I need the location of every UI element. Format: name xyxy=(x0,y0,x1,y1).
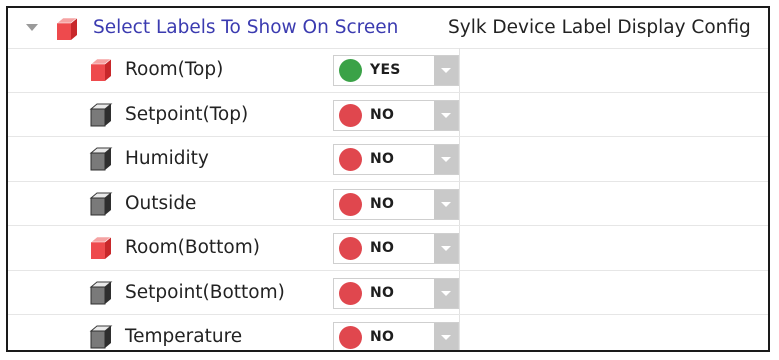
property-label: Setpoint(Top) xyxy=(125,103,249,125)
status-dot-red xyxy=(339,237,362,260)
property-row-setpoint-top: Setpoint(Top) NO xyxy=(8,93,768,137)
select-value: NO xyxy=(370,106,395,123)
chevron-down-icon xyxy=(441,68,451,73)
status-dot-red xyxy=(339,281,362,305)
status-dot-green xyxy=(339,59,362,82)
property-row-humidity: Humidity NO xyxy=(8,137,768,182)
cube-gray-icon xyxy=(88,280,114,306)
dropdown-button[interactable] xyxy=(434,323,458,350)
dropdown-button[interactable] xyxy=(434,278,458,308)
select-value: NO xyxy=(370,240,395,256)
select-value: YES xyxy=(370,62,401,78)
yes-no-select[interactable]: NO xyxy=(333,188,459,220)
expand-arrow-icon[interactable] xyxy=(26,24,38,31)
chevron-down-icon xyxy=(441,201,451,207)
header-label: Select Labels To Show On Screen xyxy=(93,17,399,38)
property-label: Outside xyxy=(125,192,197,214)
select-value: NO xyxy=(370,195,395,212)
status-dot-red xyxy=(339,326,362,349)
property-label: Room(Top) xyxy=(125,59,224,80)
property-sheet: Select Labels To Show On Screen Sylk Dev… xyxy=(6,6,770,352)
property-label: Setpoint(Bottom) xyxy=(125,281,285,303)
cube-gray-icon xyxy=(88,102,114,128)
yes-no-select[interactable]: NO xyxy=(333,277,459,309)
property-label: Temperature xyxy=(125,326,243,347)
cube-red-icon xyxy=(54,16,80,42)
dropdown-button[interactable] xyxy=(434,234,458,263)
cube-red-icon xyxy=(88,235,114,261)
status-dot-red xyxy=(339,192,362,216)
select-value: NO xyxy=(370,329,395,345)
chevron-down-icon xyxy=(441,290,451,296)
dropdown-button[interactable] xyxy=(434,56,458,85)
property-list: Room(Top) YES Setpoint(Top) NO Humidity … xyxy=(8,48,768,350)
cube-gray-icon xyxy=(88,146,114,172)
yes-no-select[interactable]: YES xyxy=(333,55,459,86)
yes-no-select[interactable]: NO xyxy=(333,144,459,175)
cube-red-icon xyxy=(88,57,114,83)
chevron-down-icon xyxy=(441,157,451,162)
status-dot-red xyxy=(339,103,362,127)
yes-no-select[interactable]: NO xyxy=(333,322,459,350)
dropdown-button[interactable] xyxy=(434,145,458,174)
cube-gray-icon xyxy=(88,191,114,217)
property-row-outside: Outside NO xyxy=(8,182,768,226)
property-label: Room(Bottom) xyxy=(125,237,260,258)
cube-gray-icon xyxy=(88,324,114,350)
property-row-temperature: Temperature NO xyxy=(8,315,768,350)
yes-no-select[interactable]: NO xyxy=(333,233,459,264)
property-row-room-top: Room(Top) YES xyxy=(8,48,768,93)
header-type: Sylk Device Label Display Config xyxy=(448,17,751,38)
yes-no-select[interactable]: NO xyxy=(333,99,459,131)
chevron-down-icon xyxy=(441,335,451,340)
chevron-down-icon xyxy=(441,112,451,118)
header-row[interactable]: Select Labels To Show On Screen Sylk Dev… xyxy=(8,8,768,49)
select-value: NO xyxy=(370,151,395,167)
property-row-room-bottom: Room(Bottom) NO xyxy=(8,226,768,271)
status-dot-red xyxy=(339,148,362,171)
property-row-setpoint-bottom: Setpoint(Bottom) NO xyxy=(8,271,768,315)
dropdown-button[interactable] xyxy=(434,189,458,219)
property-label: Humidity xyxy=(125,148,209,169)
dropdown-button[interactable] xyxy=(434,100,458,130)
select-value: NO xyxy=(370,284,395,301)
chevron-down-icon xyxy=(441,246,451,251)
